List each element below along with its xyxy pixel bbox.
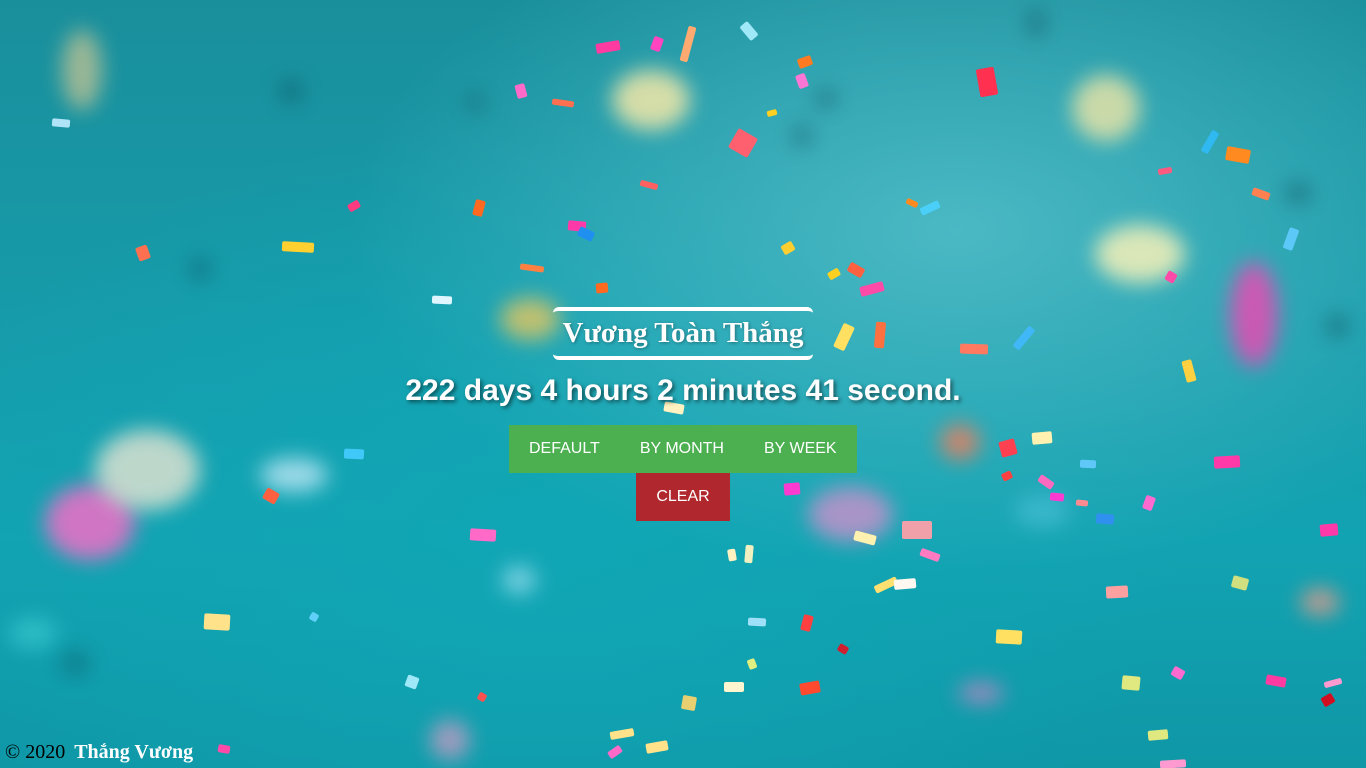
default-button[interactable]: DEFAULT — [509, 425, 620, 473]
copyright-text: © 2020 — [5, 741, 66, 763]
view-mode-buttons: DEFAULT BY MONTH BY WEEK — [509, 425, 857, 473]
author-link[interactable]: Thắng Vương — [74, 741, 193, 763]
by-month-button[interactable]: BY MONTH — [619, 425, 744, 473]
countdown-display: 222 days 4 hours 2 minutes 41 second. — [405, 374, 961, 407]
clear-button[interactable]: CLEAR — [636, 473, 730, 521]
title-frame: Vương Toàn Thắng — [553, 307, 813, 360]
by-week-button[interactable]: BY WEEK — [743, 425, 857, 473]
page-title: Vương Toàn Thắng — [562, 317, 804, 349]
footer: © 2020 Thắng Vương — [5, 741, 193, 764]
